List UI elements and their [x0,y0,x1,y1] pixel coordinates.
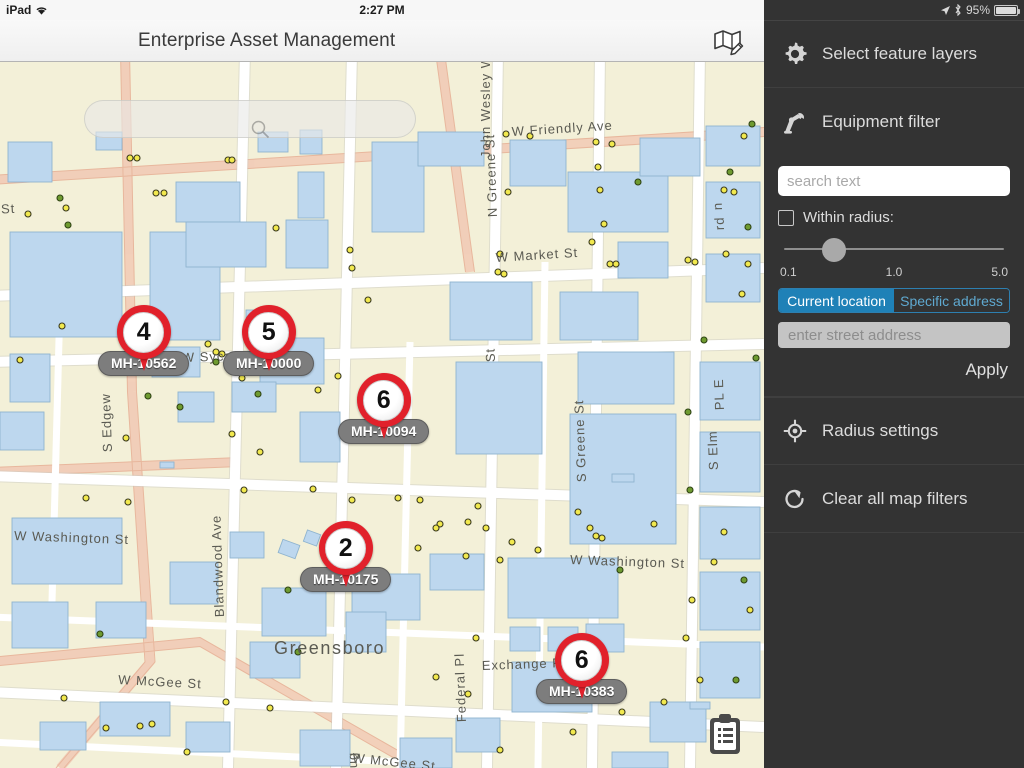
map-marker[interactable]: 6 MH-10094 [338,373,430,444]
within-radius-label: Within radius: [803,209,894,226]
svg-text:John Wesley Way: John Wesley Way [478,62,493,158]
panel-item-label: Clear all map filters [822,488,968,508]
search-input[interactable] [778,166,1010,196]
marker-count: 6 [561,639,603,681]
panel-item-radius-settings[interactable]: Radius settings [764,397,1024,465]
slider-tick-labels: 0.1 1.0 5.0 [778,265,1010,279]
svg-text:S Elm: S Elm [705,430,721,470]
apply-button[interactable]: Apply [965,360,1008,380]
robot-arm-icon [780,107,810,137]
map-marker[interactable]: 4 MH-10562 [98,305,190,376]
location-mode-segmented-control[interactable]: Current location Specific address [778,288,1010,313]
clipboard-icon[interactable] [704,712,746,758]
status-bar-clock: 2:27 PM [0,0,764,20]
marker-pin[interactable]: 5 [241,305,296,371]
svg-text:S Greene St: S Greene St [571,399,589,482]
map-marker[interactable]: 5 MH-10000 [223,305,315,376]
slider-mid-label: 1.0 [885,265,903,279]
equipment-filter-body: Within radius: 0.1 1.0 5.0 Current locat… [764,156,1024,397]
within-radius-row[interactable]: Within radius: [778,209,1010,226]
slider-max-label: 5.0 [991,265,1008,279]
status-bar: iPad 2:27 PM 95% [0,0,1024,20]
marker-pin[interactable]: 6 [356,373,411,439]
location-arrow-icon [940,5,950,16]
marker-pin[interactable]: 2 [318,521,373,587]
map-edit-icon[interactable] [712,26,746,58]
map-canvas[interactable]: W Friendly Ave W Market St W Sycamore St… [0,62,764,768]
page-title: Enterprise Asset Management [138,30,396,51]
app-root: iPad 2:27 PM 95% Enterprise Asset Manage… [0,0,1024,768]
marker-count: 2 [325,527,367,569]
marker-count: 6 [363,379,405,421]
marker-pin-circle: 6 [356,373,411,427]
slider-min-label: 0.1 [780,265,797,279]
marker-pin-circle: 4 [116,305,171,359]
svg-text:S Edgew: S Edgew [98,393,115,453]
panel-item-clear-all-map-filters[interactable]: Clear all map filters [764,465,1024,533]
street-address-input[interactable] [778,322,1010,348]
radius-slider[interactable] [778,234,1010,264]
map-marker[interactable]: 6 MH-10383 [536,633,628,704]
segment-specific-address[interactable]: Specific address [894,289,1009,312]
marker-pin[interactable]: 4 [116,305,171,371]
svg-text:t St: t St [0,201,16,217]
svg-text:n: n [710,202,725,211]
panel-item-label: Radius settings [822,421,939,440]
segment-current-location[interactable]: Current location [779,289,894,312]
gear-icon [780,39,810,69]
side-panel: Select feature layers Equipment filter W… [764,20,1024,768]
apply-row: Apply [778,360,1010,380]
map-marker[interactable]: 2 MH-10175 [300,521,392,592]
map-search-bar[interactable] [84,100,416,139]
marker-count: 4 [123,311,165,353]
panel-item-select-feature-layers[interactable]: Select feature layers [764,20,1024,88]
marker-pin-circle: 2 [318,521,373,575]
marker-count: 5 [248,311,290,353]
refresh-icon [780,484,810,514]
panel-item-label: Select feature layers [822,43,977,63]
bluetooth-icon [954,3,962,17]
svg-text:rd: rd [712,216,727,230]
marker-pin-circle: 6 [554,633,609,687]
crosshair-icon [780,416,810,446]
within-radius-checkbox[interactable] [778,209,794,226]
nav-bar: Enterprise Asset Management [0,20,764,62]
panel-item-equipment-filter[interactable]: Equipment filter [764,88,1024,156]
panel-item-label: Equipment filter [822,112,941,131]
slider-thumb[interactable] [821,238,846,262]
marker-pin[interactable]: 6 [554,633,609,699]
svg-text:St: St [483,348,498,363]
city-label: Greensboro [274,638,385,658]
svg-text:Federal Pl: Federal Pl [452,653,469,723]
status-bar-right: 95% [764,0,1024,20]
battery-icon [994,4,1020,16]
slider-track [784,248,1004,250]
clock-time: 2:27 PM [359,3,405,17]
svg-text:S Eug: S Eug [345,751,361,768]
svg-text:PL E: PL E [711,378,727,410]
battery-percent: 95% [965,3,990,17]
marker-pin-circle: 5 [241,305,296,359]
